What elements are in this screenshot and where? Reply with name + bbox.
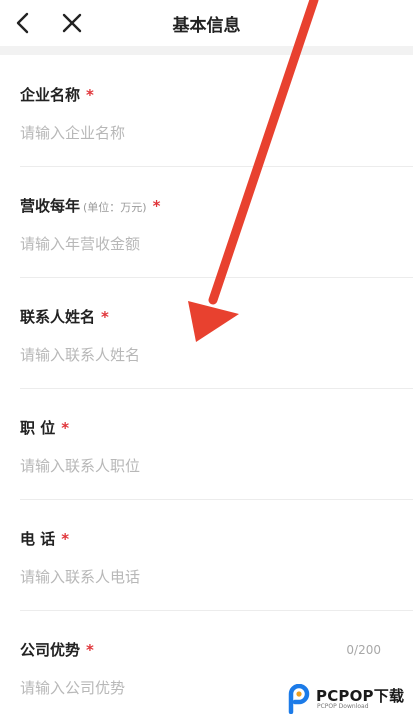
field-label: 营收每年 (单位：万元) * xyxy=(20,197,161,215)
phone-field: 电 话 * xyxy=(0,500,413,611)
field-label: 职 位 * xyxy=(20,419,70,437)
company-name-field: 企业名称 * xyxy=(0,56,413,167)
company-name-input[interactable] xyxy=(20,124,350,142)
required-mark: * xyxy=(152,197,161,215)
annual-revenue-input[interactable] xyxy=(20,235,350,253)
top-navigation-bar: 基本信息 xyxy=(0,0,413,46)
required-mark: * xyxy=(61,419,70,437)
field-label: 公司优势 * xyxy=(20,641,94,659)
position-field: 职 位 * xyxy=(0,389,413,500)
page-title: 基本信息 xyxy=(172,16,241,36)
position-input[interactable] xyxy=(20,457,350,475)
required-mark: * xyxy=(61,530,70,548)
phone-input[interactable] xyxy=(20,568,350,586)
watermark-subtext: PCPOP Download xyxy=(317,703,369,710)
character-counter: 0/200 xyxy=(346,643,381,657)
required-mark: * xyxy=(86,86,94,104)
annual-revenue-field: 营收每年 (单位：万元) * xyxy=(0,167,413,278)
site-watermark: PCPOP下载 PCPOP Download xyxy=(283,682,411,718)
contact-name-input[interactable] xyxy=(20,346,350,364)
unit-hint: (单位：万元) xyxy=(83,201,147,214)
required-mark: * xyxy=(86,641,94,659)
pcpop-logo-icon xyxy=(288,684,310,714)
field-label: 企业名称 * xyxy=(20,86,94,104)
field-label: 电 话 * xyxy=(20,530,70,548)
required-mark: * xyxy=(101,308,109,326)
header-separator xyxy=(0,46,413,55)
field-label: 联系人姓名 * xyxy=(20,308,109,326)
contact-name-field: 联系人姓名 * xyxy=(0,278,413,389)
